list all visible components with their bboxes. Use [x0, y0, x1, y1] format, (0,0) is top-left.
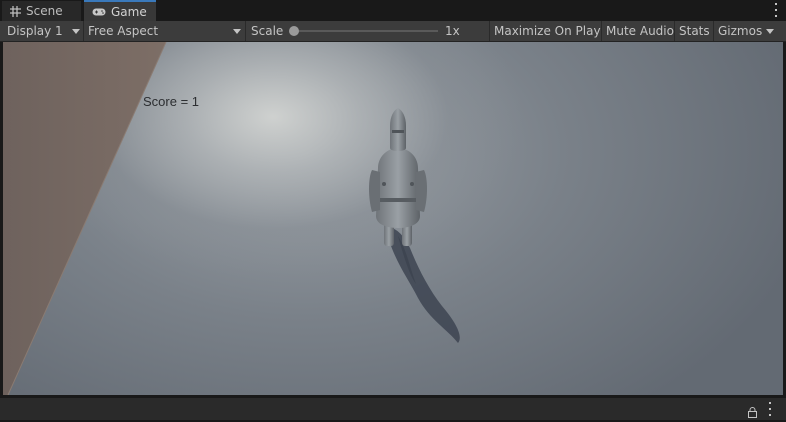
window-tab-bar: Scene Game	[0, 0, 786, 21]
lock-icon[interactable]	[748, 403, 757, 422]
scale-label: Scale	[251, 24, 284, 38]
gizmos-dropdown[interactable]	[766, 21, 780, 41]
game-viewport[interactable]: Score = 1	[3, 42, 783, 395]
more-options-icon[interactable]	[768, 402, 772, 416]
stats-toggle[interactable]: Stats	[679, 21, 710, 41]
aspect-dropdown[interactable]: Free Aspect	[88, 21, 243, 41]
scale-slider-track[interactable]	[293, 30, 438, 32]
mute-audio-toggle[interactable]: Mute Audio	[606, 21, 674, 41]
scale-slider-handle[interactable]	[289, 26, 299, 36]
aspect-dropdown-label: Free Aspect	[88, 24, 159, 38]
more-options-icon[interactable]	[774, 3, 778, 17]
tab-scene[interactable]: Scene	[2, 1, 82, 21]
display-dropdown[interactable]: Display 1	[7, 21, 82, 41]
tab-game[interactable]: Game	[84, 0, 156, 21]
tab-scene-label: Scene	[26, 4, 63, 18]
display-dropdown-label: Display 1	[7, 24, 63, 38]
chevron-down-icon	[72, 29, 80, 34]
gizmos-toggle[interactable]: Gizmos	[718, 21, 762, 41]
chevron-down-icon	[766, 28, 774, 34]
tab-game-label: Game	[111, 4, 147, 19]
chevron-down-icon	[233, 29, 241, 34]
score-label: Score = 1	[143, 94, 200, 109]
bottom-status-bar	[0, 398, 786, 420]
gamepad-icon	[92, 7, 106, 17]
scale-value: 1x	[445, 24, 460, 38]
grid-hash-icon	[10, 5, 21, 17]
game-view-toolbar: Display 1 Free Aspect Scale 1x Maximize …	[0, 21, 786, 42]
maximize-on-play-toggle[interactable]: Maximize On Play	[494, 21, 601, 41]
knight-character[interactable]	[358, 108, 478, 348]
